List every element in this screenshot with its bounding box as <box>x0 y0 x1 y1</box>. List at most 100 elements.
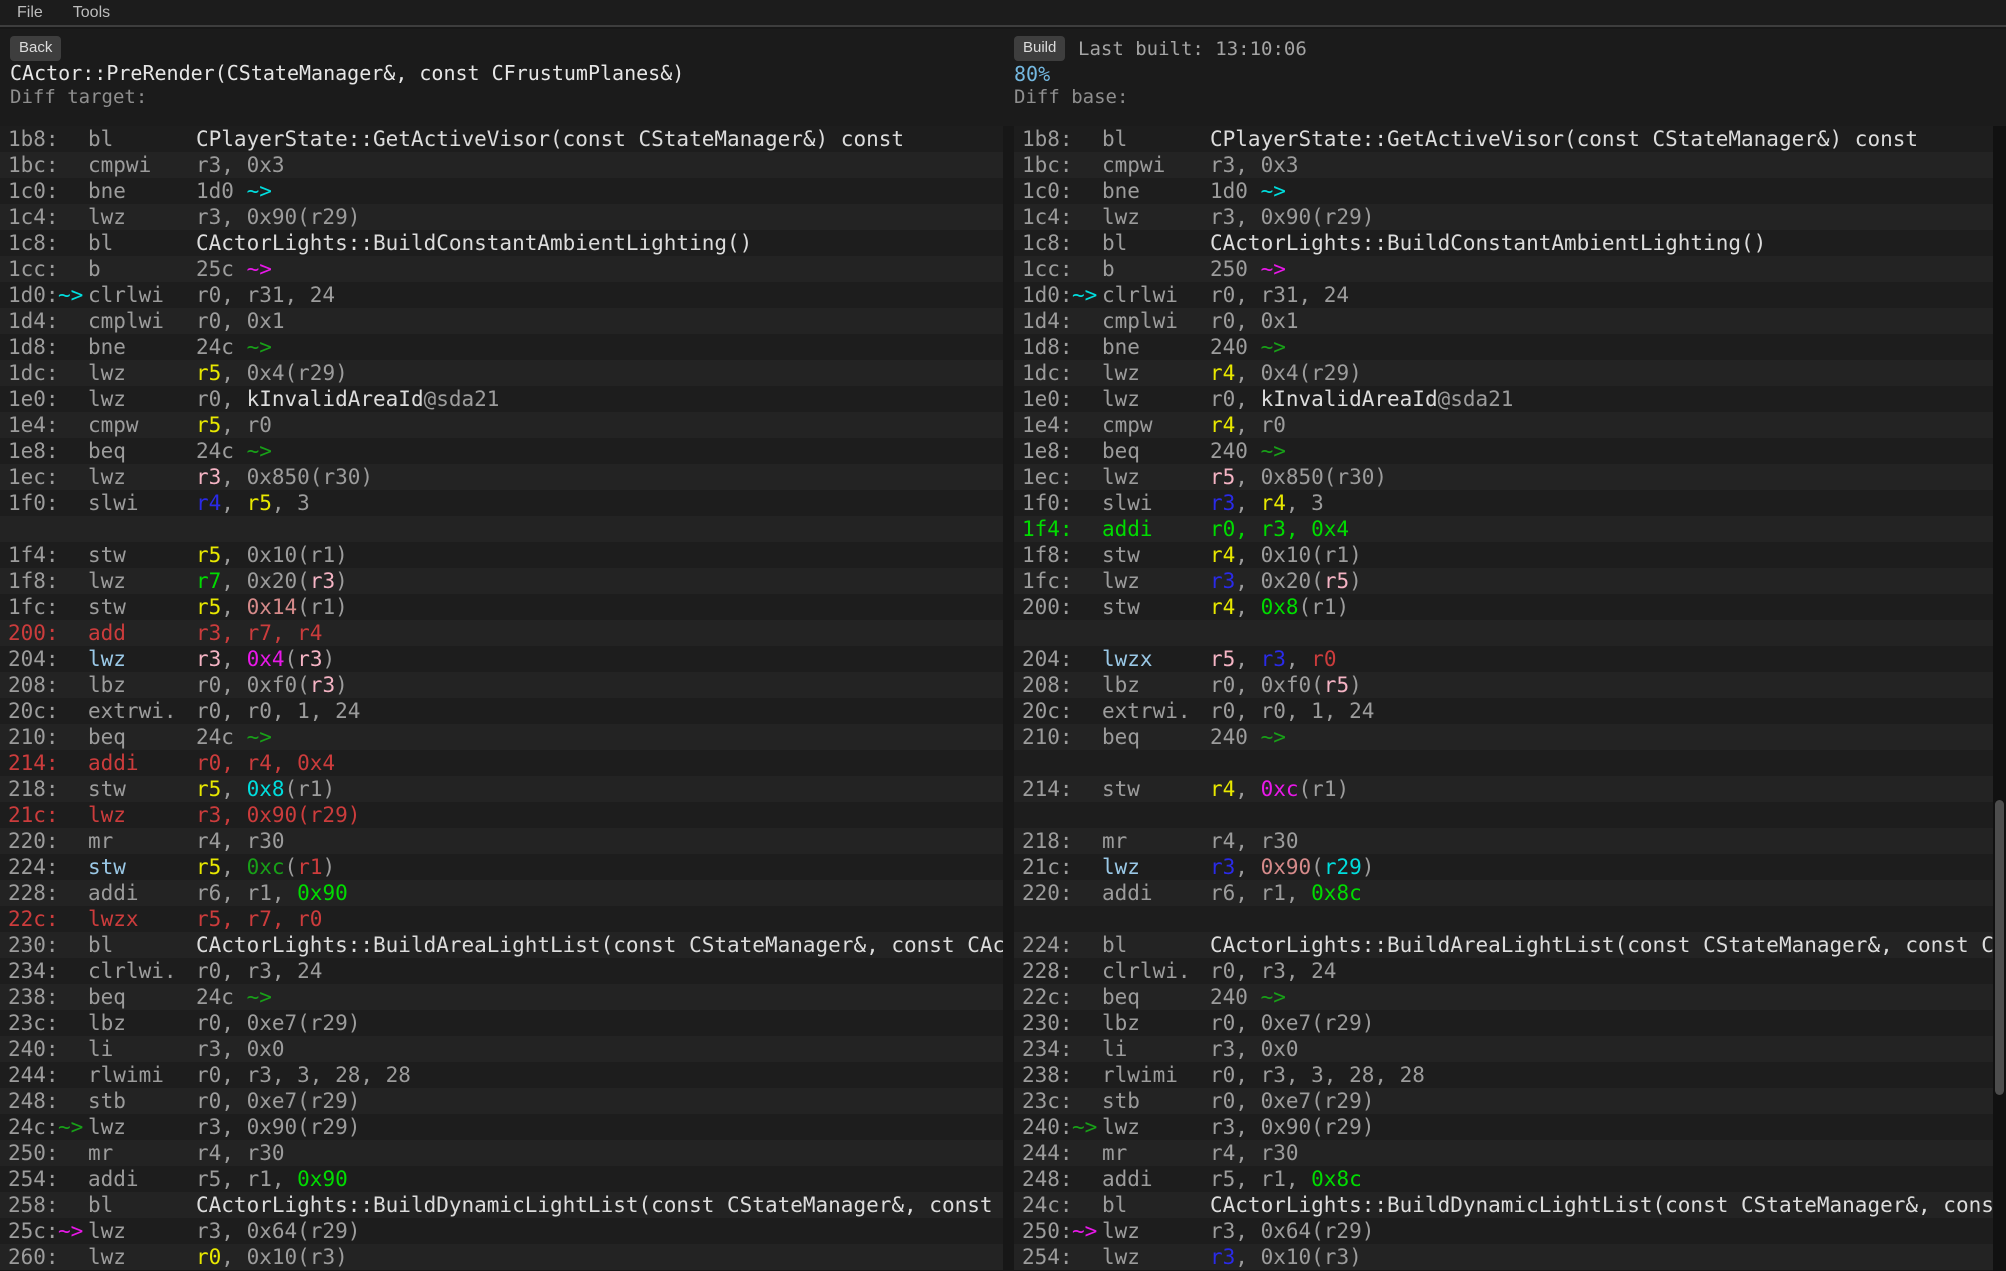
asm-row[interactable]: 254:lwzr3, 0x10(r3) <box>1014 1244 1993 1270</box>
scrollbar-thumb[interactable] <box>1995 800 2004 1095</box>
asm-row[interactable]: 1fc:stwr5, 0x14(r1) <box>0 594 1003 620</box>
asm-row[interactable]: 244:mrr4, r30 <box>1014 1140 1993 1166</box>
asm-row[interactable]: 250:~>lwzr3, 0x64(r29) <box>1014 1218 1993 1244</box>
asm-row[interactable]: 1fc:lwzr3, 0x20(r5) <box>1014 568 1993 594</box>
asm-row[interactable]: 240:~>lwzr3, 0x90(r29) <box>1014 1114 1993 1140</box>
asm-row[interactable]: 260:lwzr0, 0x10(r3) <box>0 1244 1003 1270</box>
menu-file[interactable]: File <box>17 4 43 22</box>
asm-row[interactable]: 24c:~>lwzr3, 0x90(r29) <box>0 1114 1003 1140</box>
asm-row[interactable]: 22c:beq240 ~> <box>1014 984 1993 1010</box>
asm-row[interactable]: 1dc:lwzr4, 0x4(r29) <box>1014 360 1993 386</box>
operand-segment: r0, <box>1210 387 1261 411</box>
asm-row[interactable]: 1ec:lwzr5, 0x850(r30) <box>1014 464 1993 490</box>
asm-row[interactable]: 1bc:cmpwir3, 0x3 <box>0 152 1003 178</box>
asm-row[interactable]: 234:lir3, 0x0 <box>1014 1036 1993 1062</box>
row-address: 23c: <box>1022 1088 1073 1114</box>
asm-row[interactable]: 23c:lbzr0, 0xe7(r29) <box>0 1010 1003 1036</box>
asm-row[interactable]: 230:blCActorLights::BuildAreaLightList(c… <box>0 932 1003 958</box>
asm-row[interactable]: 214:stwr4, 0xc(r1) <box>1014 776 1993 802</box>
asm-row[interactable]: 1e0:lwzr0, kInvalidAreaId@sda21 <box>1014 386 1993 412</box>
asm-row[interactable]: 214:addir0, r4, 0x4 <box>0 750 1003 776</box>
back-button[interactable]: Back <box>10 36 61 61</box>
asm-row[interactable]: 230:lbzr0, 0xe7(r29) <box>1014 1010 1993 1036</box>
asm-row[interactable]: 220:mrr4, r30 <box>0 828 1003 854</box>
asm-row[interactable]: 248:addir5, r1, 0x8c <box>1014 1166 1993 1192</box>
asm-row[interactable]: 1b8:blCPlayerState::GetActiveVisor(const… <box>1014 126 1993 152</box>
asm-row[interactable]: 1c8:blCActorLights::BuildConstantAmbient… <box>1014 230 1993 256</box>
asm-row[interactable]: 258:blCActorLights::BuildDynamicLightLis… <box>0 1192 1003 1218</box>
asm-row[interactable]: 1f4:addir0, r3, 0x4 <box>1014 516 1993 542</box>
vertical-scrollbar[interactable] <box>1993 126 2006 1271</box>
asm-row[interactable]: 20c:extrwi.r0, r0, 1, 24 <box>0 698 1003 724</box>
asm-row-blank <box>1014 802 1993 828</box>
asm-row[interactable]: 24c:blCActorLights::BuildDynamicLightLis… <box>1014 1192 1993 1218</box>
asm-row[interactable]: 1d8:bne240 ~> <box>1014 334 1993 360</box>
asm-row[interactable]: 1b8:blCPlayerState::GetActiveVisor(const… <box>0 126 1003 152</box>
asm-row[interactable]: 1f8:lwzr7, 0x20(r3) <box>0 568 1003 594</box>
row-address: 204: <box>8 646 59 672</box>
asm-row[interactable]: 1d0:~>clrlwir0, r31, 24 <box>1014 282 1993 308</box>
operand-segment: , 0x20( <box>221 569 310 593</box>
asm-row[interactable]: 244:rlwimir0, r3, 3, 28, 28 <box>0 1062 1003 1088</box>
menu-tools[interactable]: Tools <box>73 4 110 22</box>
asm-row[interactable]: 1c4:lwzr3, 0x90(r29) <box>1014 204 1993 230</box>
asm-row[interactable]: 1e4:cmpwr5, r0 <box>0 412 1003 438</box>
asm-row[interactable]: 234:clrlwi.r0, r3, 24 <box>0 958 1003 984</box>
asm-row[interactable]: 208:lbzr0, 0xf0(r3) <box>0 672 1003 698</box>
asm-row[interactable]: 250:mrr4, r30 <box>0 1140 1003 1166</box>
asm-row[interactable]: 1e0:lwzr0, kInvalidAreaId@sda21 <box>0 386 1003 412</box>
asm-row[interactable]: 238:rlwimir0, r3, 3, 28, 28 <box>1014 1062 1993 1088</box>
asm-row[interactable]: 1cc:b250 ~> <box>1014 256 1993 282</box>
asm-row[interactable]: 228:addir6, r1, 0x90 <box>0 880 1003 906</box>
asm-row[interactable]: 1d4:cmplwir0, 0x1 <box>0 308 1003 334</box>
operand-segment: r3 <box>1210 491 1235 515</box>
asm-row[interactable]: 1f4:stwr5, 0x10(r1) <box>0 542 1003 568</box>
asm-row[interactable]: 1c4:lwzr3, 0x90(r29) <box>0 204 1003 230</box>
asm-row[interactable]: 20c:extrwi.r0, r0, 1, 24 <box>1014 698 1993 724</box>
asm-row[interactable]: 204:lwzr3, 0x4(r3) <box>0 646 1003 672</box>
asm-row[interactable]: 254:addir5, r1, 0x90 <box>0 1166 1003 1192</box>
asm-row[interactable]: 1f0:slwir3, r4, 3 <box>1014 490 1993 516</box>
asm-row[interactable]: 1dc:lwzr5, 0x4(r29) <box>0 360 1003 386</box>
asm-row[interactable]: 1c0:bne1d0 ~> <box>1014 178 1993 204</box>
asm-row[interactable]: 22c:lwzxr5, r7, r0 <box>0 906 1003 932</box>
asm-row[interactable]: 1c0:bne1d0 ~> <box>0 178 1003 204</box>
asm-row[interactable]: 1cc:b25c ~> <box>0 256 1003 282</box>
operand-segment: 24c <box>196 725 247 749</box>
asm-row[interactable]: 23c:stbr0, 0xe7(r29) <box>1014 1088 1993 1114</box>
asm-row[interactable]: 25c:~>lwzr3, 0x64(r29) <box>0 1218 1003 1244</box>
operands: r4, 0x8(r1) <box>1210 594 1993 620</box>
asm-row[interactable]: 248:stbr0, 0xe7(r29) <box>0 1088 1003 1114</box>
asm-row[interactable]: 21c:lwzr3, 0x90(r29) <box>1014 854 1993 880</box>
asm-row[interactable]: 220:addir6, r1, 0x8c <box>1014 880 1993 906</box>
asm-row[interactable]: 1bc:cmpwir3, 0x3 <box>1014 152 1993 178</box>
asm-row[interactable]: 210:beq24c ~> <box>0 724 1003 750</box>
asm-row[interactable]: 208:lbzr0, 0xf0(r5) <box>1014 672 1993 698</box>
asm-row[interactable]: 1e8:beq240 ~> <box>1014 438 1993 464</box>
asm-row[interactable]: 1d4:cmplwir0, 0x1 <box>1014 308 1993 334</box>
asm-row[interactable]: 228:clrlwi.r0, r3, 24 <box>1014 958 1993 984</box>
asm-row[interactable]: 218:mrr4, r30 <box>1014 828 1993 854</box>
asm-row[interactable]: 1c8:blCActorLights::BuildConstantAmbient… <box>0 230 1003 256</box>
asm-row[interactable]: 218:stwr5, 0x8(r1) <box>0 776 1003 802</box>
asm-row[interactable]: 1d0:~>clrlwir0, r31, 24 <box>0 282 1003 308</box>
branch-arrow-icon: ~> <box>247 985 272 1009</box>
asm-row[interactable]: 1e8:beq24c ~> <box>0 438 1003 464</box>
asm-row[interactable]: 1ec:lwzr3, 0x850(r30) <box>0 464 1003 490</box>
asm-row[interactable]: 1e4:cmpwr4, r0 <box>1014 412 1993 438</box>
asm-row[interactable]: 224:blCActorLights::BuildAreaLightList(c… <box>1014 932 1993 958</box>
operands: r3, 0x20(r5) <box>1210 568 1993 594</box>
asm-row[interactable]: 224:stwr5, 0xc(r1) <box>0 854 1003 880</box>
asm-row[interactable]: 240:lir3, 0x0 <box>0 1036 1003 1062</box>
asm-row[interactable]: 204:lwzxr5, r3, r0 <box>1014 646 1993 672</box>
asm-row[interactable]: 1d8:bne24c ~> <box>0 334 1003 360</box>
asm-row[interactable]: 1f0:slwir4, r5, 3 <box>0 490 1003 516</box>
asm-row[interactable]: 200:addr3, r7, r4 <box>0 620 1003 646</box>
branch-arrow-icon: ~> <box>1261 257 1286 281</box>
asm-row[interactable]: 210:beq240 ~> <box>1014 724 1993 750</box>
asm-row[interactable]: 1f8:stwr4, 0x10(r1) <box>1014 542 1993 568</box>
build-button[interactable]: Build <box>1014 36 1065 61</box>
asm-row[interactable]: 21c:lwzr3, 0x90(r29) <box>0 802 1003 828</box>
asm-row[interactable]: 200:stwr4, 0x8(r1) <box>1014 594 1993 620</box>
asm-row[interactable]: 238:beq24c ~> <box>0 984 1003 1010</box>
